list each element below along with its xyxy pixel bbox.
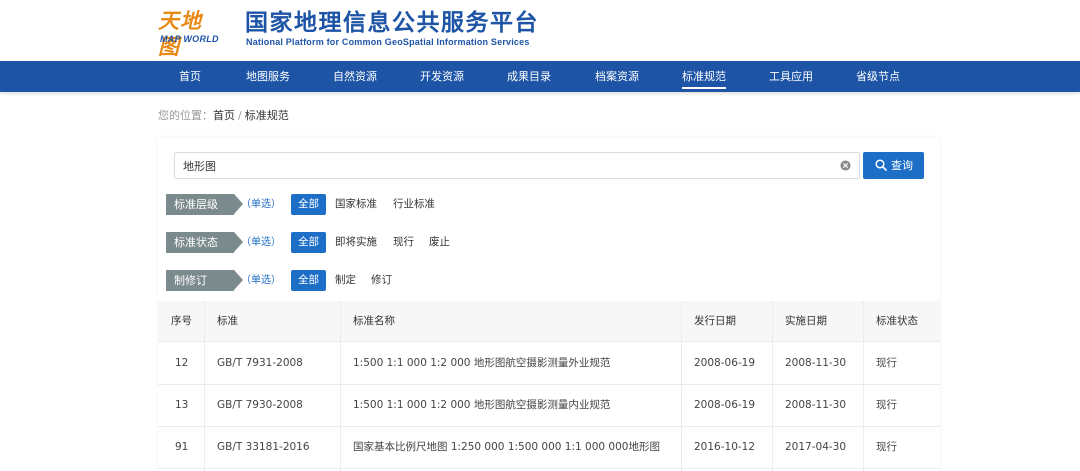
main-nav: 首页 地图服务 自然资源 开发资源 成果目录 档案资源 标准规范 工具应用 省级…	[0, 61, 1080, 92]
close-circle-icon[interactable]	[840, 160, 851, 171]
filter-revision-option-revise[interactable]: 修订	[371, 270, 392, 291]
nav-item-catalog[interactable]: 成果目录	[507, 61, 551, 92]
standards-panel: 查询 标准层级 （单选） 全部 国家标准 行业标准 标准状态 （单选） 全部 即…	[158, 137, 940, 471]
nav-item-standards[interactable]: 标准规范	[682, 61, 726, 92]
filter-level-mode: （单选）	[241, 199, 281, 210]
search-icon	[875, 159, 887, 171]
filter-level-option-all[interactable]: 全部	[291, 194, 326, 215]
column-header-effective-date: 实施日期	[785, 315, 827, 327]
filter-revision-mode: （单选）	[241, 275, 281, 286]
filter-level-option-industry[interactable]: 行业标准	[393, 194, 435, 215]
cell-status: 现行	[876, 399, 897, 411]
cell-name[interactable]: 国家基本比例尺地图 1:250 000 1:500 000 1:1 000 00…	[340, 427, 660, 468]
table-header: 序号 标准 标准名称 发行日期 实施日期 标准状态	[158, 301, 940, 342]
column-divider	[863, 301, 864, 471]
tianditu-logo[interactable]: 天地图 MAP WORLD	[158, 8, 222, 59]
column-divider	[681, 301, 682, 471]
cell-index: 13	[175, 399, 189, 411]
site-subtitle: National Platform for Common GeoSpatial …	[246, 37, 530, 47]
table-row[interactable]: 91 GB/T 33181-2016 国家基本比例尺地图 1:250 000 1…	[158, 427, 940, 469]
nav-item-natural-resources[interactable]: 自然资源	[333, 61, 377, 92]
site-title: 国家地理信息公共服务平台	[245, 10, 539, 36]
cell-code: GB/T 7930-2008	[217, 399, 303, 411]
nav-item-archives[interactable]: 档案资源	[595, 61, 639, 92]
filter-status-option-upcoming[interactable]: 即将实施	[335, 232, 377, 253]
breadcrumb: 您的位置：首页 / 标准规范	[158, 107, 289, 123]
cell-code: GB/T 33181-2016	[217, 441, 310, 453]
search-box	[174, 152, 860, 179]
breadcrumb-prefix: 您的位置：	[158, 109, 213, 122]
filter-status-option-current[interactable]: 现行	[393, 232, 414, 253]
search-input[interactable]	[183, 153, 833, 178]
column-divider	[340, 301, 341, 471]
cell-status: 现行	[876, 357, 897, 369]
column-header-index: 序号	[171, 315, 192, 327]
filter-status-mode: （单选）	[241, 237, 281, 248]
column-header-code: 标准	[217, 315, 238, 327]
cell-index: 91	[175, 441, 189, 453]
search-button-label: 查询	[891, 159, 913, 172]
cell-name[interactable]: 1:500 1:1 000 1:2 000 地形图航空摄影测量内业规范	[340, 385, 610, 426]
logo-english-text: MAP WORLD	[160, 34, 219, 44]
column-divider	[772, 301, 773, 471]
cell-index: 12	[175, 357, 189, 369]
nav-item-map-services[interactable]: 地图服务	[246, 61, 290, 92]
nav-item-home[interactable]: 首页	[179, 61, 201, 92]
search-button[interactable]: 查询	[863, 152, 924, 179]
column-divider	[204, 301, 205, 471]
cell-effective-date: 2008-11-30	[785, 357, 847, 369]
site-header: 天地图 MAP WORLD 国家地理信息公共服务平台 National Plat…	[0, 0, 1080, 61]
cell-status: 现行	[876, 441, 897, 453]
filter-revision-label: 制修订	[166, 270, 243, 291]
cell-issue-date: 2008-06-19	[694, 399, 756, 411]
nav-item-tools[interactable]: 工具应用	[769, 61, 813, 92]
filter-revision-option-all[interactable]: 全部	[291, 270, 326, 291]
cell-effective-date: 2017-04-30	[785, 441, 847, 453]
cell-name[interactable]: 1:500 1:1 000 1:2 000 地形图航空摄影测量外业规范	[340, 343, 610, 384]
filter-status-option-all[interactable]: 全部	[291, 232, 326, 253]
filter-status-option-abolished[interactable]: 废止	[429, 232, 450, 253]
cell-issue-date: 2016-10-12	[694, 441, 756, 453]
cell-issue-date: 2008-06-19	[694, 357, 756, 369]
column-header-status: 标准状态	[876, 315, 918, 327]
column-header-name: 标准名称	[353, 315, 395, 327]
breadcrumb-current: 标准规范	[244, 109, 289, 122]
filter-level-label: 标准层级	[166, 194, 243, 215]
breadcrumb-separator: /	[238, 109, 242, 122]
column-header-issue-date: 发行日期	[694, 315, 736, 327]
cell-effective-date: 2008-11-30	[785, 399, 847, 411]
filter-status-label: 标准状态	[166, 232, 243, 253]
filter-revision-option-formulate[interactable]: 制定	[335, 270, 356, 291]
nav-item-dev-resources[interactable]: 开发资源	[420, 61, 464, 92]
table-row[interactable]: 13 GB/T 7930-2008 1:500 1:1 000 1:2 000 …	[158, 385, 940, 427]
nav-item-provincial-nodes[interactable]: 省级节点	[856, 61, 900, 92]
filter-level-option-national[interactable]: 国家标准	[335, 194, 377, 215]
breadcrumb-home-link[interactable]: 首页	[213, 109, 235, 122]
cell-code: GB/T 7931-2008	[217, 357, 303, 369]
table-row[interactable]: 12 GB/T 7931-2008 1:500 1:1 000 1:2 000 …	[158, 343, 940, 385]
